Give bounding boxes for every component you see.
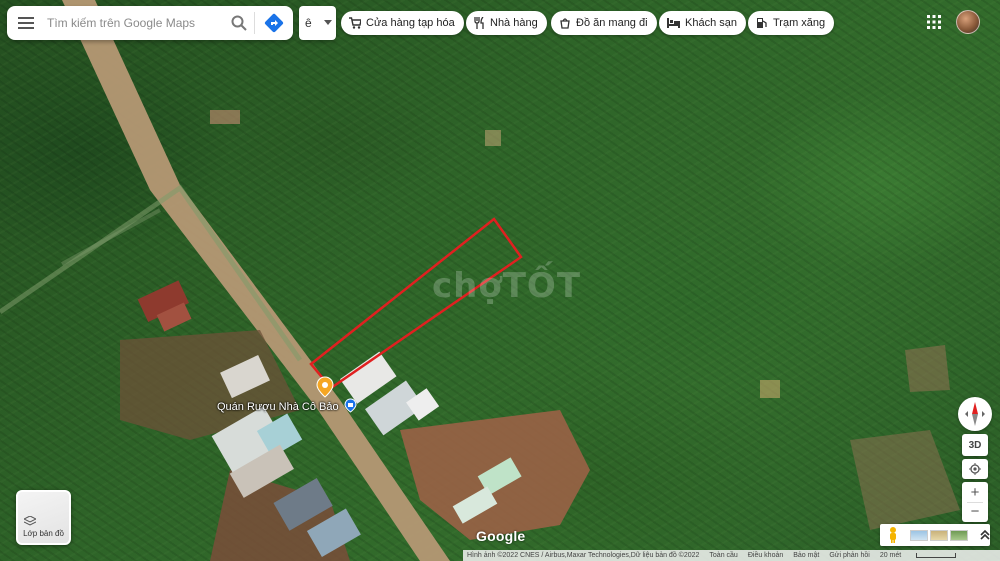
takeout-icon: [560, 18, 570, 29]
zoom-in-button[interactable]: +: [971, 484, 980, 502]
cart-icon: [349, 17, 361, 29]
pegman-icon[interactable]: [886, 526, 900, 544]
tilt-label: 3D: [968, 439, 982, 451]
chevron-up-icon[interactable]: [980, 529, 990, 541]
link-terms[interactable]: Điều khoản: [748, 552, 783, 559]
attribution-bar: Hình ảnh ©2022 CNES / Airbus,Maxar Techn…: [463, 550, 1000, 561]
poi-label-text: Quán Rượu Nhà Cô Bảo: [217, 401, 339, 413]
chip-restaurants[interactable]: Nhà hàng: [466, 11, 547, 35]
layers-button[interactable]: Lớp bản đồ: [16, 490, 71, 545]
poi-pin-icon[interactable]: [316, 376, 334, 398]
link-feedback[interactable]: Gửi phản hồi: [829, 552, 870, 559]
google-logo: Google: [476, 528, 526, 544]
scale-label: 20 mét: [879, 552, 902, 559]
imagery-attribution: Hình ảnh ©2022 CNES / Airbus,Maxar Techn…: [467, 552, 700, 559]
scale-bar[interactable]: 20 mét: [880, 552, 966, 559]
apps-grid-icon[interactable]: [926, 14, 942, 30]
directions-icon[interactable]: [255, 6, 293, 40]
watermark: chợTỐT: [432, 266, 582, 306]
bare-earth: [905, 345, 950, 392]
satellite-map[interactable]: chợTỐT Quán Rượu Nhà Cô Bảo: [0, 0, 1000, 561]
language-value: ê: [305, 16, 312, 30]
link-global[interactable]: Toàn cầu: [709, 552, 737, 559]
search-input[interactable]: [45, 15, 224, 31]
bare-earth: [850, 430, 960, 530]
my-location-button[interactable]: [962, 459, 988, 479]
chevron-down-icon: [323, 20, 332, 25]
chip-hotels[interactable]: Khách sạn: [659, 11, 746, 35]
avatar[interactable]: [956, 10, 980, 34]
menu-icon[interactable]: [7, 6, 45, 40]
chip-label: Khách sạn: [685, 17, 737, 29]
poi-label[interactable]: Quán Rượu Nhà Cô Bảo: [217, 398, 357, 413]
street-view-bar: [880, 524, 990, 546]
fork-knife-icon: [474, 17, 484, 29]
link-privacy[interactable]: Bảo mật: [793, 552, 819, 559]
field-line: [61, 208, 161, 266]
chip-label: Cửa hàng tạp hóa: [366, 17, 455, 29]
search-icon[interactable]: [224, 6, 254, 40]
imagery-thumbnail[interactable]: [950, 529, 968, 541]
chip-gas-stations[interactable]: Trạm xăng: [748, 11, 835, 35]
zoom-control: + −: [962, 482, 988, 522]
shopping-bag-icon: [344, 398, 357, 413]
tilt-3d-button[interactable]: 3D: [962, 434, 988, 456]
chip-label: Trạm xăng: [773, 17, 826, 29]
language-selector[interactable]: ê: [299, 6, 336, 40]
chip-takeout[interactable]: Đồ ăn mang đi: [551, 11, 657, 35]
bed-icon: [667, 18, 680, 28]
layers-icon: [24, 516, 36, 526]
chip-label: Đồ ăn mang đi: [576, 17, 648, 29]
chip-grocery[interactable]: Cửa hàng tạp hóa: [341, 11, 464, 35]
layers-label: Lớp bản đồ: [23, 529, 64, 538]
gas-pump-icon: [757, 18, 767, 28]
search-box[interactable]: [7, 6, 293, 40]
compass-icon[interactable]: [958, 397, 992, 431]
scale-line: [916, 552, 957, 558]
zoom-out-button[interactable]: −: [971, 503, 980, 521]
locate-icon: [969, 463, 981, 475]
imagery-thumbnail[interactable]: [930, 529, 948, 541]
chip-label: Nhà hàng: [490, 17, 538, 29]
imagery-thumbnail[interactable]: [910, 529, 928, 541]
